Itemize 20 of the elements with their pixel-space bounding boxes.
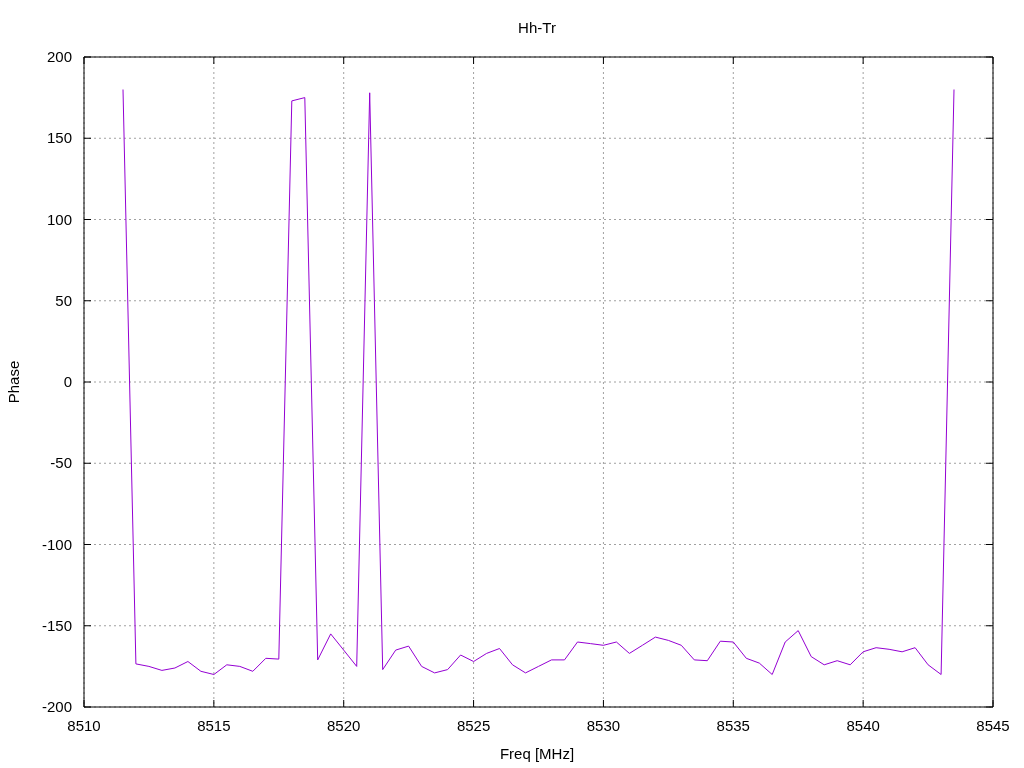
x-tick-label: 8545 [976, 717, 1010, 734]
x-axis-label: Freq [MHz] [499, 745, 575, 762]
y-tick-label: -50 [50, 454, 72, 472]
y-tick-label: 50 [55, 291, 72, 309]
x-tick-label: 8510 [67, 717, 101, 734]
x-tick-label: 8525 [456, 717, 491, 734]
x-tick-label: 8520 [327, 717, 361, 734]
y-tick-label: -200 [41, 698, 72, 715]
y-tick-label: -150 [41, 616, 72, 634]
chart-title: Hh-Tr [518, 19, 556, 36]
y-tick-label: 200 [46, 48, 72, 65]
x-tick-label: 8535 [716, 717, 750, 734]
y-tick-label: 100 [46, 210, 72, 228]
x-tick-label: 8540 [846, 717, 880, 734]
y-tick-label: 0 [63, 373, 72, 390]
y-tick-label: 150 [46, 129, 72, 147]
y-axis-label: Phase [5, 360, 22, 404]
x-tick-label: 8530 [586, 717, 621, 734]
x-tick-label: 8515 [197, 717, 231, 734]
y-tick-label: -100 [41, 535, 72, 553]
